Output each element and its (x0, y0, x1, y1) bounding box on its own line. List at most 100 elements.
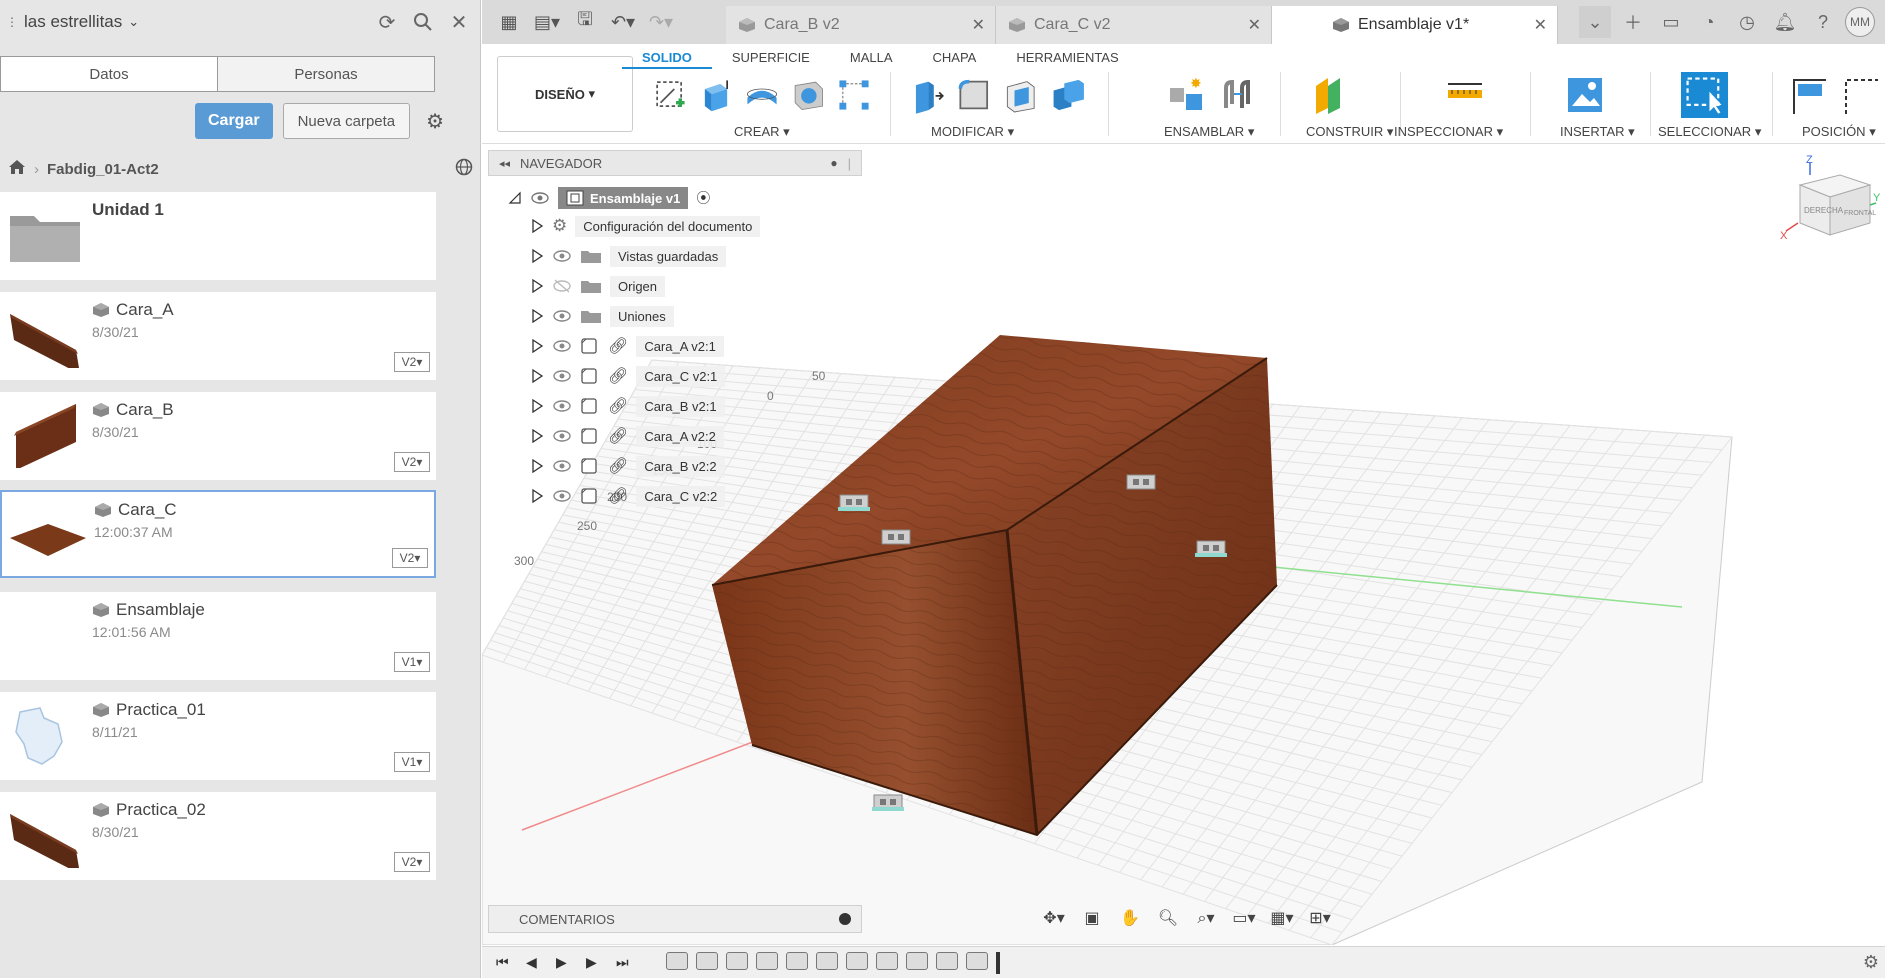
eye-icon[interactable] (552, 489, 572, 503)
help-icon[interactable]: ? (1807, 6, 1839, 38)
joint-marker[interactable] (881, 529, 911, 545)
look-at-icon[interactable]: ▣ (1078, 905, 1106, 931)
offset-plane-icon[interactable] (1312, 74, 1354, 116)
timeline-feature[interactable] (936, 951, 958, 970)
upload-button[interactable]: Cargar (195, 103, 273, 139)
tree-root[interactable]: Ensamblaje v1 ⦿ (508, 185, 710, 211)
grid-settings-icon[interactable]: ▦▾ (1268, 905, 1296, 931)
tab-superficie[interactable]: SUPERFICIE (712, 48, 830, 69)
timeline-feature[interactable] (696, 951, 718, 970)
orbit-icon[interactable]: ✥▾ (1040, 905, 1068, 931)
select-icon[interactable] (1680, 72, 1728, 118)
go-to-end-icon[interactable]: ⏭ (616, 954, 632, 971)
press-pull-icon[interactable] (907, 74, 945, 116)
tree-node[interactable]: 🔗︎ Cara_A v2:2 (530, 423, 724, 449)
breadcrumb-project[interactable]: Fabdig_01-Act2 (47, 161, 159, 178)
eye-icon[interactable] (552, 429, 572, 443)
tab-cara-c[interactable]: Cara_C v2 ✕ (996, 6, 1272, 44)
browser-header[interactable]: ◂◂ NAVEGADOR ● | (488, 150, 862, 176)
group-label[interactable]: ENSAMBLAR ▾ (1164, 124, 1254, 140)
globe-icon[interactable] (455, 158, 473, 180)
collapse-icon[interactable]: ◂◂ (499, 157, 510, 170)
hole-icon[interactable] (790, 74, 826, 116)
timeline-feature[interactable] (906, 951, 928, 970)
eye-icon[interactable] (552, 309, 572, 323)
viewcube-face-front[interactable]: FRONTAL (1844, 210, 1876, 217)
tree-node[interactable]: Uniones (530, 303, 674, 329)
version-badge[interactable]: V2 ▾ (392, 548, 428, 568)
new-component-icon[interactable]: ✸ (1166, 74, 1208, 116)
home-icon[interactable] (8, 159, 26, 179)
group-label[interactable]: CREAR ▾ (734, 124, 790, 140)
close-icon[interactable]: ✕ (1534, 15, 1547, 35)
redo-icon[interactable]: ↷▾ (642, 5, 680, 39)
group-label[interactable]: INSERTAR ▾ (1560, 124, 1635, 140)
eye-icon[interactable] (552, 339, 572, 353)
tab-datos[interactable]: Datos (1, 57, 218, 91)
tree-node[interactable]: 🔗︎ Cara_C v2:2 (530, 483, 726, 509)
expand-triangle-icon[interactable] (530, 309, 544, 323)
expand-triangle-icon[interactable] (530, 279, 544, 293)
insert-image-icon[interactable] (1564, 74, 1606, 116)
list-item[interactable]: Ensamblaje 12:01:56 AM V1 ▾ (0, 592, 436, 680)
pan-icon[interactable]: ✋ (1116, 905, 1144, 931)
revolve-icon[interactable] (744, 74, 780, 116)
team-selector[interactable]: ⋮ las estrellitas ⌄ (6, 12, 139, 32)
options-icon[interactable]: ● (830, 156, 837, 170)
pattern-icon[interactable] (836, 74, 872, 116)
expand-triangle-icon[interactable] (530, 219, 544, 233)
new-folder-button[interactable]: Nueva carpeta (282, 103, 411, 139)
joint-icon[interactable] (1218, 74, 1260, 116)
expand-triangle-icon[interactable] (530, 429, 544, 443)
list-item[interactable]: Unidad 1 (0, 192, 436, 280)
eye-icon[interactable] (552, 399, 572, 413)
step-forward-icon[interactable]: ▶ (586, 954, 602, 971)
tab-malla[interactable]: MALLA (830, 48, 913, 69)
data-panel-toggle-icon[interactable]: ▦ (490, 5, 528, 39)
file-menu-icon[interactable]: ▤▾ (528, 5, 566, 39)
tab-chapa[interactable]: CHAPA (913, 48, 997, 69)
gear-icon[interactable]: ⚙ (1863, 952, 1879, 973)
measure-icon[interactable] (1444, 74, 1486, 116)
group-label[interactable]: POSICIÓN ▾ (1802, 124, 1876, 140)
timeline-feature[interactable] (786, 951, 808, 970)
eye-hidden-icon[interactable] (552, 279, 572, 293)
joint-marker[interactable] (872, 794, 904, 811)
list-item[interactable]: Cara_B 8/30/21 V2 ▾ (0, 392, 436, 480)
tab-herramientas[interactable]: HERRAMIENTAS (996, 48, 1138, 69)
joint-marker[interactable] (1126, 474, 1156, 490)
timeline-feature[interactable] (816, 951, 838, 970)
add-comment-icon[interactable] (839, 913, 851, 925)
tree-node[interactable]: Vistas guardadas (530, 243, 727, 269)
save-icon[interactable]: 🖫 (566, 5, 604, 39)
list-item[interactable]: Practica_01 8/11/21 V1 ▾ (0, 692, 436, 780)
tree-node[interactable]: ⚙ Configuración del documento (530, 213, 761, 239)
viewports-icon[interactable]: ⊞▾ (1306, 905, 1334, 931)
timeline-feature[interactable] (846, 951, 868, 970)
expand-triangle-icon[interactable] (530, 249, 544, 263)
comments-panel[interactable]: COMENTARIOS (488, 905, 862, 933)
extrude-icon[interactable] (698, 74, 734, 116)
timeline-feature[interactable] (666, 951, 688, 970)
gear-icon[interactable]: ⚙ (426, 109, 444, 134)
display-settings-icon[interactable]: ▭▾ (1230, 905, 1258, 931)
version-badge[interactable]: V1 ▾ (394, 652, 430, 672)
viewcube-face-right[interactable]: DERECHA (1804, 206, 1844, 215)
version-badge[interactable]: V2 ▾ (394, 452, 430, 472)
joint-marker[interactable] (1195, 540, 1227, 557)
zoom-icon[interactable]: 🔍︎ (1154, 905, 1182, 931)
new-tab-icon[interactable]: ＋ (1617, 6, 1649, 38)
tree-node[interactable]: 🔗︎ Cara_B v2:2 (530, 453, 725, 479)
timeline-marker[interactable] (996, 951, 1000, 974)
group-label[interactable]: CONSTRUIR ▾ (1306, 124, 1393, 140)
close-icon[interactable]: ✕ (972, 15, 985, 35)
eye-icon[interactable] (552, 249, 572, 263)
tab-personas[interactable]: Personas (218, 57, 434, 91)
undo-icon[interactable]: ↶▾ (604, 5, 642, 39)
avatar[interactable]: MM (1845, 7, 1875, 37)
workspace-switcher[interactable]: DISEÑO ▾ (497, 56, 633, 132)
timeline-feature[interactable] (876, 951, 898, 970)
close-icon[interactable]: ✕ (1248, 15, 1261, 35)
list-item[interactable]: Cara_A 8/30/21 V2 ▾ (0, 292, 436, 380)
revert-position-icon[interactable] (1840, 74, 1882, 116)
